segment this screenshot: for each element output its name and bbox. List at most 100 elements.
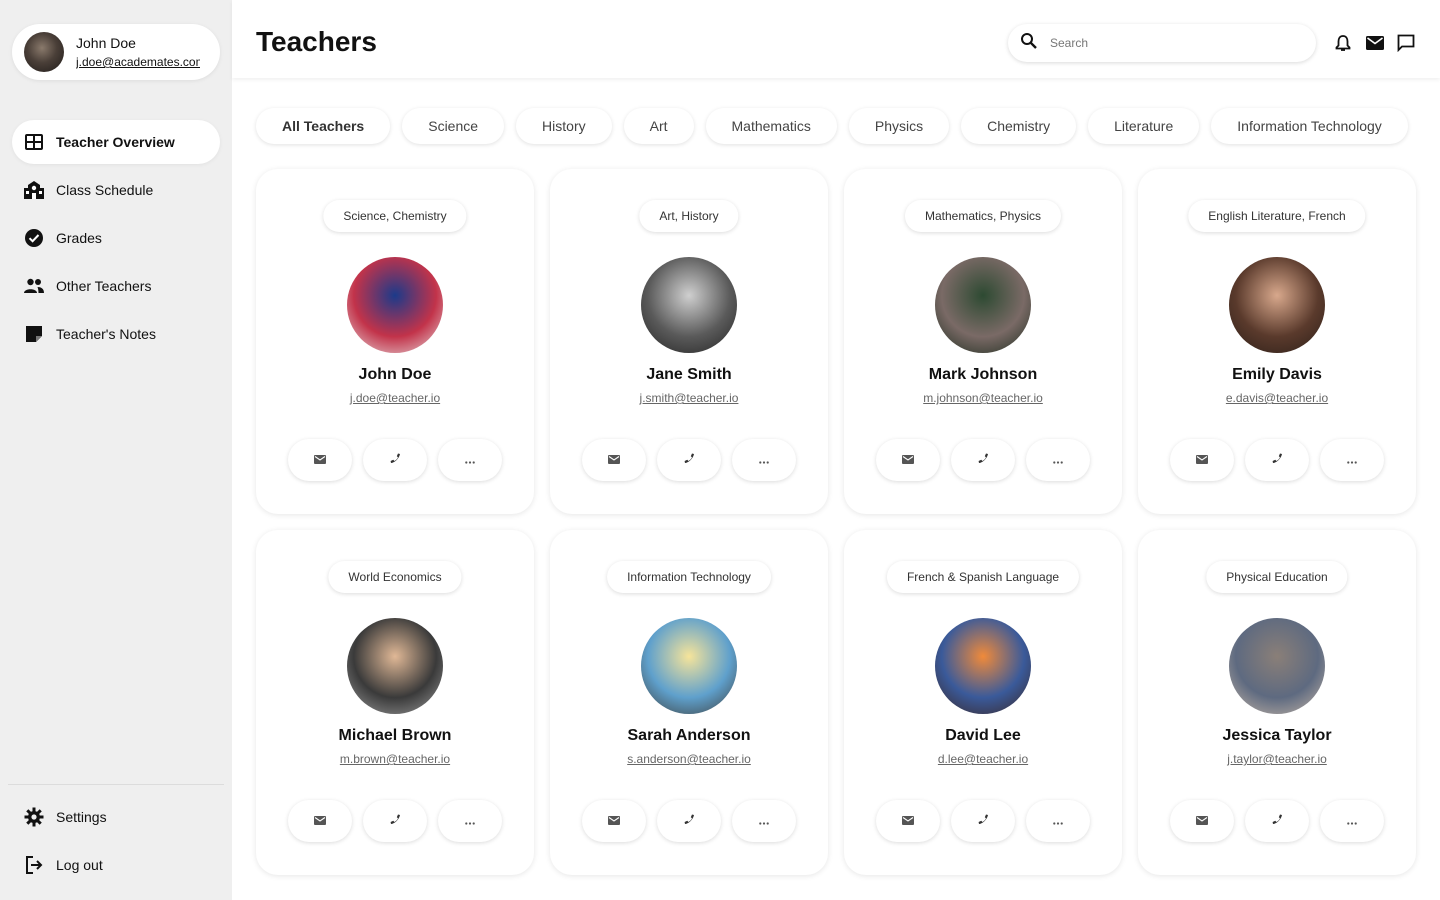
teacher-card[interactable]: French & Spanish Language David Lee d.le… — [844, 530, 1122, 875]
more-button[interactable] — [438, 800, 502, 842]
call-button[interactable] — [1245, 439, 1309, 481]
search-icon — [1020, 32, 1038, 55]
sidebar-item-label: Teacher Overview — [56, 134, 175, 150]
teacher-email[interactable]: s.anderson@teacher.io — [550, 752, 828, 766]
email-button[interactable] — [1170, 800, 1234, 842]
call-button[interactable] — [951, 439, 1015, 481]
subject-badge: English Literature, French — [1188, 200, 1366, 232]
card-actions — [288, 800, 502, 842]
sidebar-item-teacher-overview[interactable]: Teacher Overview — [12, 120, 220, 164]
people-icon — [22, 274, 46, 298]
school-icon — [22, 178, 46, 202]
sidebar-bottom-nav: Settings Log out — [12, 795, 220, 891]
teacher-email[interactable]: m.johnson@teacher.io — [844, 391, 1122, 405]
card-actions — [876, 439, 1090, 481]
phone-icon — [390, 812, 401, 830]
teacher-email[interactable]: d.lee@teacher.io — [844, 752, 1122, 766]
sidebar-item-settings[interactable]: Settings — [12, 795, 220, 839]
card-actions — [582, 439, 796, 481]
email-button[interactable] — [876, 439, 940, 481]
teacher-card[interactable]: Art, History Jane Smith j.smith@teacher.… — [550, 169, 828, 514]
teacher-card[interactable]: Information Technology Sarah Anderson s.… — [550, 530, 828, 875]
tab-art[interactable]: Art — [623, 108, 694, 144]
sidebar-item-logout[interactable]: Log out — [12, 843, 220, 887]
call-button[interactable] — [657, 439, 721, 481]
email-button[interactable] — [876, 800, 940, 842]
sidebar: John Doe j.doe@academates.com Teacher Ov… — [0, 0, 232, 900]
teacher-name: Emily Davis — [1232, 366, 1322, 383]
page-title: Teachers — [256, 26, 377, 57]
subject-badge: French & Spanish Language — [886, 561, 1080, 593]
email-button[interactable] — [288, 800, 352, 842]
mail-icon — [1196, 812, 1208, 830]
call-button[interactable] — [951, 800, 1015, 842]
sidebar-item-grades[interactable]: Grades — [12, 216, 220, 260]
check-circle-icon — [22, 226, 46, 250]
call-button[interactable] — [363, 800, 427, 842]
teacher-email[interactable]: j.taylor@teacher.io — [1138, 752, 1416, 766]
teacher-email[interactable]: m.brown@teacher.io — [256, 752, 534, 766]
user-email[interactable]: j.doe@academates.com — [76, 54, 200, 70]
more-icon — [1347, 812, 1357, 830]
subject-badge: Science, Chemistry — [323, 200, 467, 232]
email-button[interactable] — [582, 439, 646, 481]
sidebar-item-label: Settings — [56, 809, 107, 825]
teacher-email[interactable]: j.doe@teacher.io — [256, 391, 534, 405]
mail-icon — [314, 812, 326, 830]
teacher-card[interactable]: Science, Chemistry John Doe j.doe@teache… — [256, 169, 534, 514]
email-button[interactable] — [288, 439, 352, 481]
more-icon — [465, 812, 475, 830]
teacher-email[interactable]: j.smith@teacher.io — [550, 391, 828, 405]
more-button[interactable] — [438, 439, 502, 481]
email-button[interactable] — [582, 800, 646, 842]
more-button[interactable] — [1026, 439, 1090, 481]
tab-physics[interactable]: Physics — [848, 108, 950, 144]
card-actions — [582, 800, 796, 842]
more-button[interactable] — [732, 439, 796, 481]
call-button[interactable] — [657, 800, 721, 842]
phone-icon — [684, 812, 695, 830]
teacher-card[interactable]: Physical Education Jessica Taylor j.tayl… — [1138, 530, 1416, 875]
tab-all-teachers[interactable]: All Teachers — [256, 108, 391, 144]
email-button[interactable] — [1170, 439, 1234, 481]
user-profile-card[interactable]: John Doe j.doe@academates.com — [12, 24, 220, 80]
sidebar-divider — [8, 784, 224, 785]
search-input[interactable] — [1050, 36, 1290, 50]
search-bar[interactable] — [1008, 24, 1316, 62]
more-icon — [1347, 451, 1357, 469]
more-button[interactable] — [1026, 800, 1090, 842]
subject-filter-tabs: All Teachers Science History Art Mathema… — [256, 108, 1420, 144]
more-button[interactable] — [1320, 800, 1384, 842]
tab-information-technology[interactable]: Information Technology — [1211, 108, 1408, 144]
sidebar-item-class-schedule[interactable]: Class Schedule — [12, 168, 220, 212]
card-actions — [1170, 800, 1384, 842]
tab-chemistry[interactable]: Chemistry — [961, 108, 1077, 144]
tab-history[interactable]: History — [516, 108, 612, 144]
bell-icon[interactable] — [1331, 31, 1355, 55]
teacher-name: John Doe — [358, 366, 432, 383]
tab-science[interactable]: Science — [402, 108, 505, 144]
phone-icon — [978, 451, 989, 469]
teacher-card[interactable]: World Economics Michael Brown m.brown@te… — [256, 530, 534, 875]
teacher-email[interactable]: e.davis@teacher.io — [1138, 391, 1416, 405]
subject-badge: Mathematics, Physics — [904, 200, 1062, 232]
avatar — [24, 32, 64, 72]
tab-literature[interactable]: Literature — [1088, 108, 1200, 144]
teacher-card[interactable]: Mathematics, Physics Mark Johnson m.john… — [844, 169, 1122, 514]
teacher-card[interactable]: English Literature, French Emily Davis e… — [1138, 169, 1416, 514]
teacher-grid: Science, Chemistry John Doe j.doe@teache… — [256, 169, 1416, 875]
user-info: John Doe j.doe@academates.com — [76, 34, 200, 70]
grid-icon — [22, 130, 46, 154]
mail-icon[interactable] — [1363, 31, 1387, 55]
note-icon — [22, 322, 46, 346]
teacher-photo — [1229, 257, 1325, 353]
subject-badge: Physical Education — [1206, 561, 1348, 593]
sidebar-item-teachers-notes[interactable]: Teacher's Notes — [12, 312, 220, 356]
call-button[interactable] — [1245, 800, 1309, 842]
more-button[interactable] — [732, 800, 796, 842]
call-button[interactable] — [363, 439, 427, 481]
tab-mathematics[interactable]: Mathematics — [705, 108, 837, 144]
chat-icon[interactable] — [1394, 31, 1418, 55]
more-button[interactable] — [1320, 439, 1384, 481]
sidebar-item-other-teachers[interactable]: Other Teachers — [12, 264, 220, 308]
